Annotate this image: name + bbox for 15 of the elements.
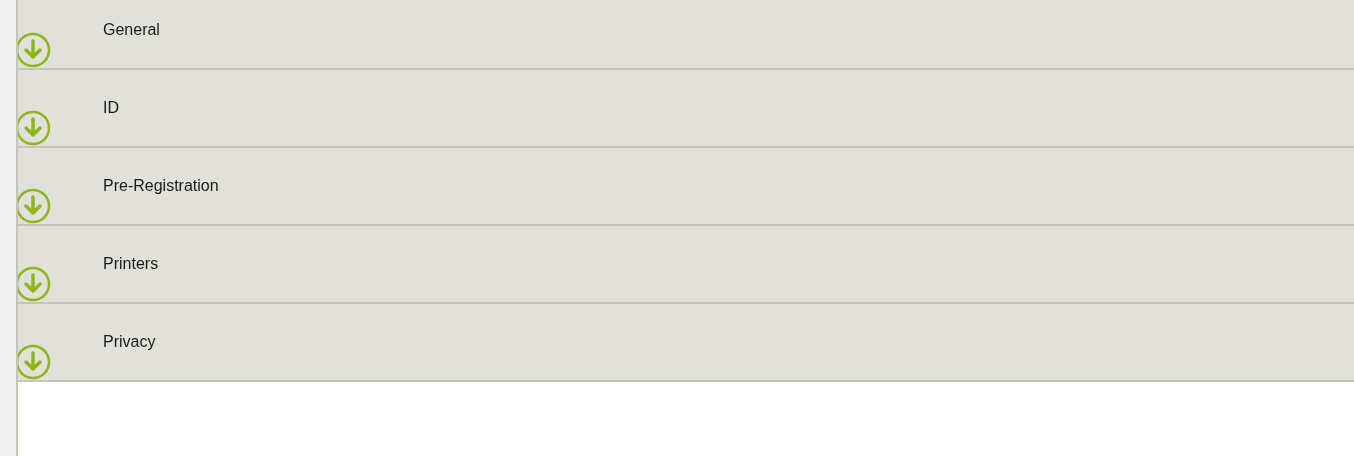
section-row[interactable]: ID <box>18 70 1354 148</box>
section-label: ID <box>103 98 119 118</box>
expand-arrow-icon <box>18 188 51 224</box>
section-label: Pre-Registration <box>103 176 219 196</box>
section-row[interactable]: Pre-Registration <box>18 148 1354 226</box>
expand-arrow-icon <box>18 266 51 302</box>
section-row[interactable]: Printers <box>18 226 1354 304</box>
section-row[interactable]: General <box>18 0 1354 70</box>
expand-arrow-icon <box>18 110 51 146</box>
section-label: General <box>103 20 160 40</box>
section-row[interactable]: Privacy <box>18 304 1354 382</box>
expand-arrow-icon <box>18 344 51 380</box>
section-label: Printers <box>103 254 159 274</box>
expand-arrow-icon <box>18 32 51 68</box>
section-label: Privacy <box>103 332 156 352</box>
